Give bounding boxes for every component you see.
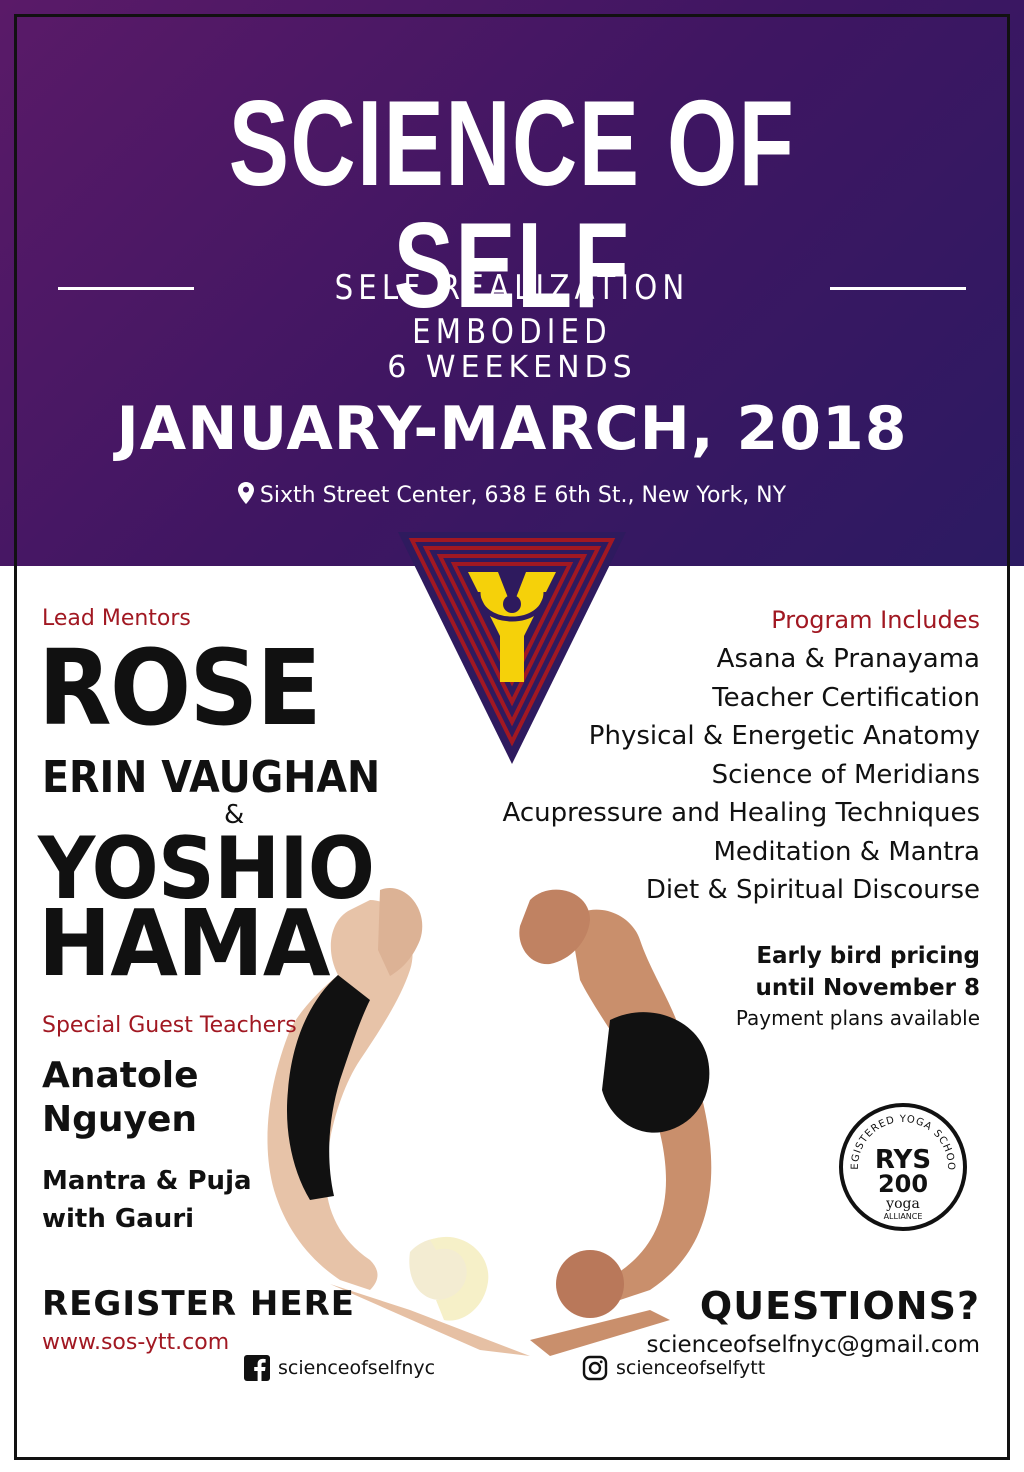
poster-frame [14, 14, 1010, 1460]
poster: SCIENCE OF SELF SELF REALIZATION EMBODIE… [0, 0, 1024, 1472]
